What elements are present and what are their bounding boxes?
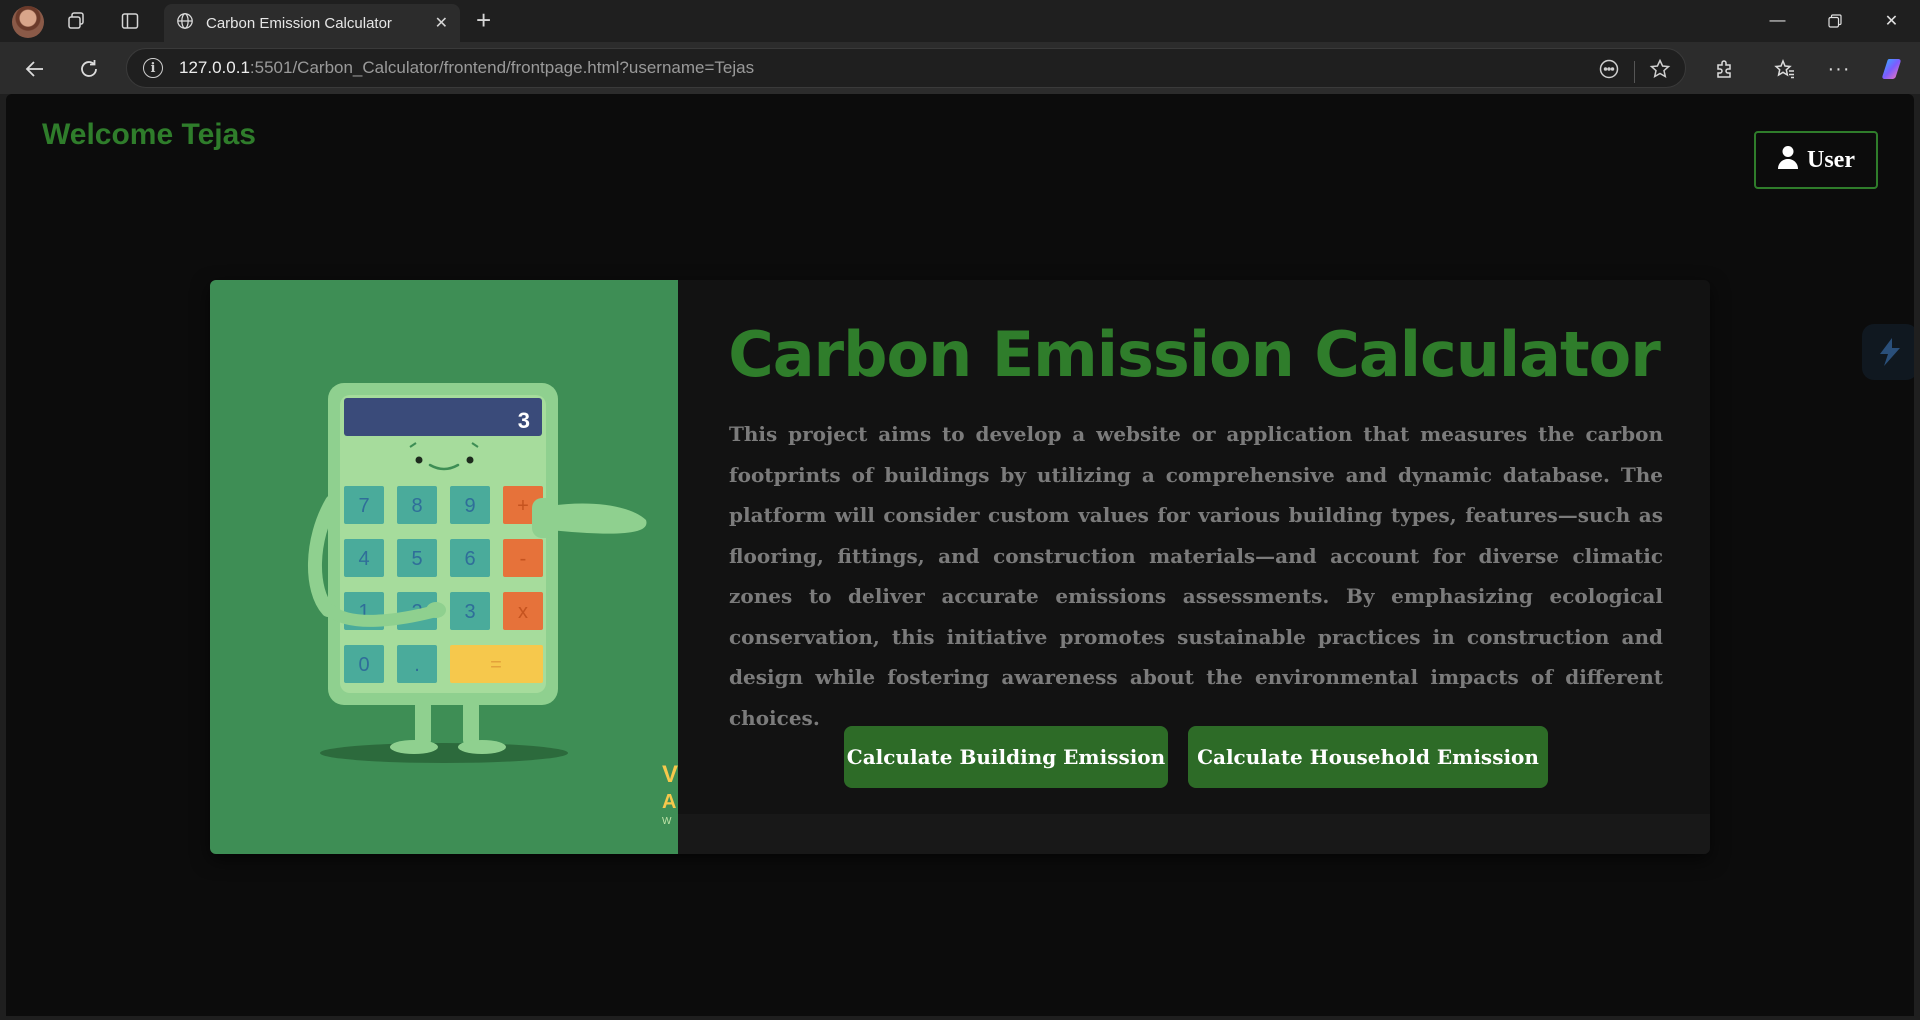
user-icon	[1777, 145, 1799, 176]
tab-title: Carbon Emission Calculator	[206, 14, 392, 32]
copilot-icon[interactable]	[1878, 54, 1908, 84]
svg-text:9: 9	[464, 495, 475, 517]
user-button[interactable]: User	[1754, 131, 1878, 189]
user-button-label: User	[1807, 146, 1855, 173]
welcome-text: Welcome Tejas	[42, 118, 256, 151]
refresh-icon[interactable]	[74, 54, 104, 84]
svg-text:.: .	[414, 654, 420, 676]
svg-text:5: 5	[411, 548, 422, 570]
svg-text:7: 7	[358, 495, 369, 517]
restore-icon[interactable]	[1806, 0, 1863, 42]
back-icon[interactable]	[20, 54, 50, 84]
calculate-building-emission-button[interactable]: Calculate Building Emission	[844, 726, 1168, 788]
close-icon[interactable]: ✕	[435, 13, 448, 33]
svg-text:=: =	[490, 654, 502, 676]
workspaces-icon[interactable]	[62, 8, 90, 34]
svg-text:6: 6	[464, 548, 475, 570]
minimize-icon[interactable]: —	[1749, 0, 1806, 42]
svg-text:W: W	[662, 816, 672, 827]
calculate-household-emission-button[interactable]: Calculate Household Emission	[1188, 726, 1548, 788]
svg-text:8: 8	[411, 495, 422, 517]
url-field[interactable]: i 127.0.0.1:5501/Carbon_Calculator/front…	[126, 48, 1686, 88]
profile-avatar[interactable]	[12, 6, 44, 38]
svg-text:4: 4	[358, 548, 369, 570]
url-text[interactable]: 127.0.0.1:5501/Carbon_Calculator/fronten…	[179, 58, 754, 78]
favorite-star-icon[interactable]	[1649, 58, 1671, 85]
reader-icon[interactable]	[1598, 58, 1620, 85]
svg-text:V: V	[662, 761, 678, 788]
page-viewport: Welcome Tejas User 3 7 8 9 + 4 5 6 - 1 2…	[6, 94, 1914, 1016]
calculator-display-value: 3	[518, 408, 530, 433]
close-window-icon[interactable]: ✕	[1863, 0, 1920, 42]
extensions-icon[interactable]	[1710, 54, 1740, 84]
svg-text:x: x	[518, 601, 528, 623]
project-description: This project aims to develop a website o…	[729, 422, 1663, 730]
vertical-tabs-icon[interactable]	[116, 8, 144, 34]
svg-text:3: 3	[464, 601, 475, 623]
svg-text:0: 0	[358, 654, 369, 676]
hero-card: 3 7 8 9 + 4 5 6 - 1 2 3 x 0 . = V A W Ca…	[210, 280, 1710, 854]
address-bar-row: i 127.0.0.1:5501/Carbon_Calculator/front…	[0, 42, 1920, 94]
plus-icon[interactable]: +	[476, 7, 491, 33]
calculator-illustration: 3 7 8 9 + 4 5 6 - 1 2 3 x 0 . = V A W	[210, 280, 678, 854]
card-footer-strip	[678, 814, 1710, 854]
favorites-icon[interactable]	[1770, 54, 1800, 84]
globe-icon	[176, 12, 194, 35]
page-title: Carbon Emission Calculator	[728, 318, 1661, 391]
svg-text:+: +	[517, 495, 529, 517]
sidebar-extension-icon[interactable]	[1862, 324, 1914, 380]
tab-strip: Carbon Emission Calculator ✕ + — ✕	[0, 0, 1920, 42]
svg-text:-: -	[520, 548, 527, 570]
active-tab[interactable]: Carbon Emission Calculator ✕	[164, 4, 460, 42]
info-icon[interactable]: i	[143, 58, 163, 78]
more-icon[interactable]: ···	[1824, 54, 1854, 84]
svg-text:A: A	[662, 791, 676, 813]
